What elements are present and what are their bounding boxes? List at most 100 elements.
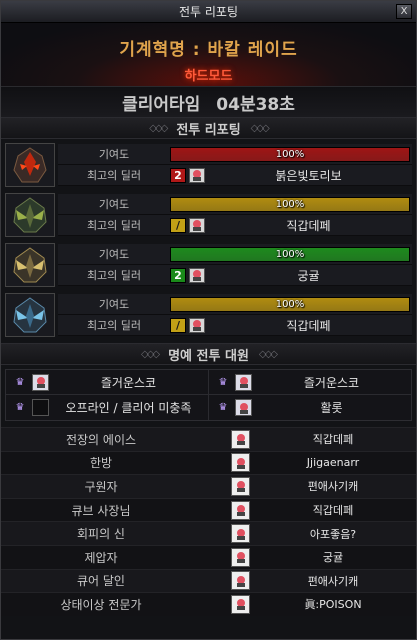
contribution-bar: 100% xyxy=(170,296,410,312)
top-dealer-cell: / 직갑데페 xyxy=(170,217,412,234)
contribution-value: 100% xyxy=(275,198,305,210)
award-title: 회피의 신 xyxy=(77,527,125,542)
top-dealer-cell: / 직갑데페 xyxy=(170,317,412,334)
award-winner-name: 편애사기캐 xyxy=(307,480,359,494)
rank-badge: 2 xyxy=(170,167,186,183)
award-row: 회피의 신 아포좋음? xyxy=(1,521,416,545)
honor-row: ♛ 즐거운스코 ♛ 즐거운스코 xyxy=(6,370,411,395)
award-row: 큐브 사장님 직갑데페 xyxy=(1,497,416,522)
award-row: 큐어 달인 편애사기캐 xyxy=(1,568,416,593)
character-avatar xyxy=(231,500,250,520)
award-row: 상태이상 전문가 眞:POISON xyxy=(1,592,416,616)
raid-banner: 기계혁명 : 바칼 레이드 하드모드 xyxy=(1,23,416,87)
battle-report-window: 전투 리포팅 X 기계혁명 : 바칼 레이드 하드모드 클리어타임 04분38초… xyxy=(0,0,417,640)
honor-member-name: 즐거운스코 xyxy=(303,375,360,390)
section-decoration: ◇◇◇ xyxy=(141,348,160,360)
character-avatar xyxy=(231,524,250,544)
awards-list: 전장의 에이스 직갑데페 한방 Jjigaenarr 구원자 편애사기캐 큐브 사장님 직갑데… xyxy=(1,427,416,616)
honor-section-header: ◇◇◇ 명예 전투 대원 ◇◇◇ xyxy=(1,343,416,365)
report-list: 기여도 100% 최고의 딜러 2 붉은빛토리보 기여도 100% 최고의 딜러 / 직갑데페 기여… xyxy=(1,139,416,343)
award-title: 제압자 xyxy=(84,550,118,565)
character-avatar xyxy=(231,547,250,567)
top-dealer-cell: 2 붉은빛토리보 xyxy=(170,167,412,184)
character-avatar xyxy=(32,373,49,391)
crown-icon: ♛ xyxy=(218,376,228,388)
award-winner-name: 직갑데페 xyxy=(312,433,354,447)
clear-time-label: 클리어타임 xyxy=(122,94,201,115)
character-avatar xyxy=(231,476,250,496)
contribution-bar: 100% xyxy=(170,146,410,162)
award-winner-name: 아포좋음? xyxy=(309,527,357,541)
award-title: 큐브 사장님 xyxy=(71,503,131,518)
contribution-value: 100% xyxy=(275,248,305,260)
report-row: 기여도 100% 최고의 딜러 / 직갑데페 xyxy=(5,291,412,339)
contribution-label: 기여도 xyxy=(98,298,130,311)
honor-member-name: 활롯 xyxy=(320,401,343,415)
top-dealer-cell: 2 궁귤 xyxy=(170,267,412,284)
top-dealer-name: 붉은빛토리보 xyxy=(275,168,342,183)
report-stats: 기여도 100% 최고의 딜러 2 붉은빛토리보 xyxy=(58,144,412,186)
honor-member[interactable]: ♛ 오프라인 / 클리어 미충족 xyxy=(6,395,209,420)
character-avatar xyxy=(235,373,252,391)
honor-member[interactable]: ♛ 활롯 xyxy=(209,395,411,420)
honor-section-title: 명예 전투 대원 xyxy=(168,348,249,364)
honor-member[interactable]: ♛ 즐거운스코 xyxy=(6,370,209,394)
contribution-value: 100% xyxy=(275,298,305,310)
character-avatar xyxy=(189,267,205,283)
top-dealer-line: 최고의 딜러 / 직갑데페 xyxy=(58,215,412,236)
honor-member[interactable]: ♛ 즐거운스코 xyxy=(209,370,411,394)
report-stats: 기여도 100% 최고의 딜러 / 직갑데페 xyxy=(58,294,412,336)
character-avatar xyxy=(189,167,205,183)
contribution-bar: 100% xyxy=(170,196,410,212)
award-row: 구원자 편애사기캐 xyxy=(1,474,416,498)
contribution-line: 기여도 100% xyxy=(58,244,412,265)
award-winner-name: 궁귤 xyxy=(322,551,344,565)
top-dealer-name: 직갑데페 xyxy=(286,318,331,333)
honor-member-name: 오프라인 / 클리어 미충족 xyxy=(65,401,192,415)
clear-time-value: 04분38초 xyxy=(216,94,295,115)
section-decoration: ◇◇◇ xyxy=(250,122,270,134)
award-title: 큐어 달인 xyxy=(77,574,125,589)
award-winner-name: 직갑데페 xyxy=(312,504,354,518)
award-title: 구원자 xyxy=(84,479,118,494)
raid-name: 기계혁명 : 바칼 레이드 xyxy=(119,40,298,60)
character-avatar xyxy=(231,429,250,449)
top-dealer-line: 최고의 딜러 2 궁귤 xyxy=(58,265,412,286)
contribution-line: 기여도 100% xyxy=(58,194,412,215)
top-dealer-label: 최고의 딜러 xyxy=(86,219,142,232)
award-row: 제압자 궁귤 xyxy=(1,544,416,569)
award-winner-name: Jjigaenarr xyxy=(306,456,360,470)
contribution-label: 기여도 xyxy=(98,148,130,161)
title-bar[interactable]: 전투 리포팅 X xyxy=(1,1,416,23)
award-row: 한방 Jjigaenarr xyxy=(1,450,416,475)
crown-icon: ♛ xyxy=(218,402,228,413)
report-section-header: ◇◇◇ 전투 리포팅 ◇◇◇ xyxy=(1,117,416,139)
report-row: 기여도 100% 최고의 딜러 2 궁귤 xyxy=(5,241,412,289)
character-avatar xyxy=(231,453,250,473)
contribution-label: 기여도 xyxy=(98,198,130,211)
green-mask-icon xyxy=(5,193,55,237)
clear-time: 클리어타임 04분38초 xyxy=(1,87,416,117)
report-stats: 기여도 100% 최고의 딜러 / 직갑데페 xyxy=(58,194,412,236)
award-title: 한방 xyxy=(89,456,113,471)
contribution-label: 기여도 xyxy=(98,248,130,261)
character-avatar xyxy=(235,399,252,416)
crown-icon: ♛ xyxy=(15,402,25,413)
top-dealer-line: 최고의 딜러 / 직갑데페 xyxy=(58,315,412,336)
close-button[interactable]: X xyxy=(396,4,412,19)
contribution-bar: 100% xyxy=(170,246,410,262)
award-title: 전장의 에이스 xyxy=(65,432,137,447)
character-avatar xyxy=(189,317,205,333)
report-row: 기여도 100% 최고의 딜러 / 직갑데페 xyxy=(5,191,412,239)
honor-member-name: 즐거운스코 xyxy=(100,375,157,390)
character-avatar xyxy=(231,571,250,591)
top-dealer-name: 직갑데페 xyxy=(286,218,331,233)
report-section-title: 전투 리포팅 xyxy=(176,122,241,138)
award-winner-name: 眞:POISON xyxy=(304,598,362,612)
character-avatar xyxy=(32,399,49,416)
award-title: 상태이상 전문가 xyxy=(60,597,142,612)
top-dealer-label: 최고의 딜러 xyxy=(86,319,142,332)
contribution-line: 기여도 100% xyxy=(58,144,412,165)
gold-mask-icon xyxy=(5,243,55,287)
rank-badge: / xyxy=(170,217,186,233)
